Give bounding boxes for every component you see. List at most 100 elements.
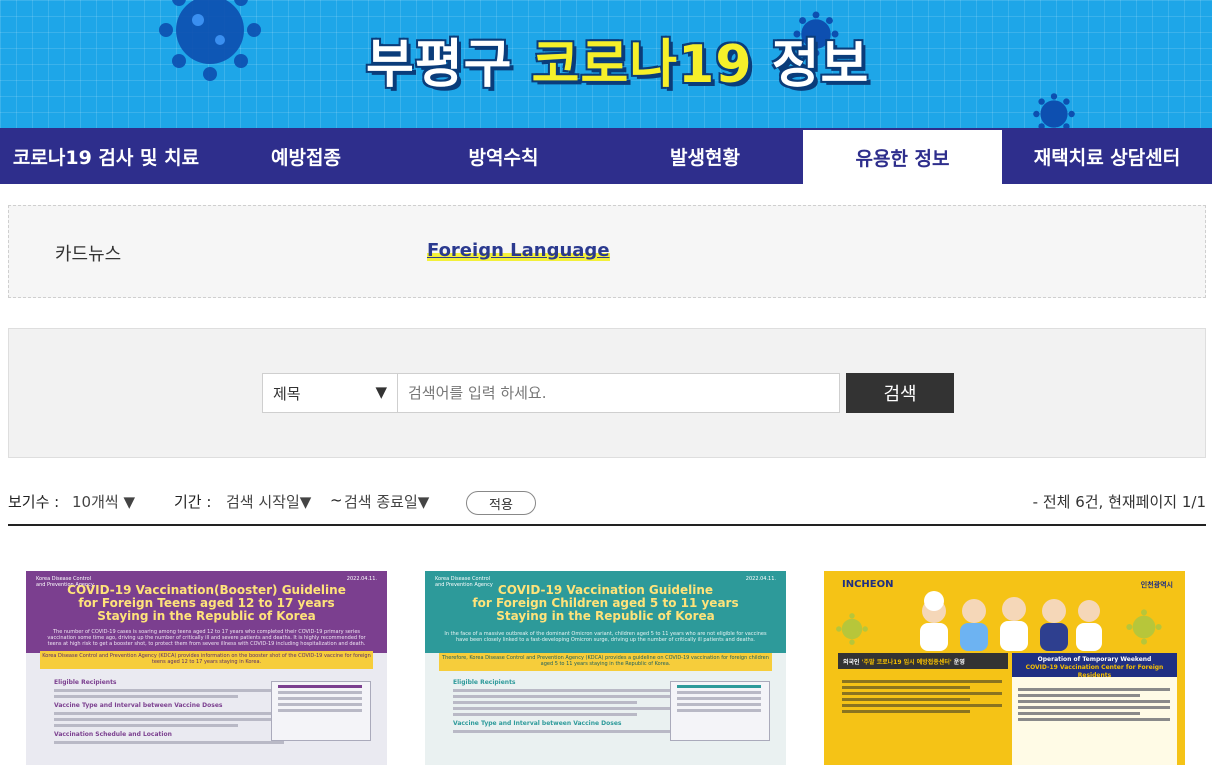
chevron-down-icon: ▼ (123, 493, 136, 511)
chevron-down-icon: ▼ (417, 493, 430, 511)
card-korean-title-part: 운영 (951, 659, 965, 666)
site-title-part: 부평구 (366, 35, 532, 95)
text-line (842, 680, 1002, 683)
card-title: COVID-19 Vaccination(Booster) Guideline … (26, 584, 387, 623)
card-title-line: Staying in the Republic of Korea (97, 609, 316, 623)
text-line (1018, 706, 1170, 709)
card-korean-title: 외국인 '주말 코로나19 임시 예방접종센터' 운영 (838, 653, 1008, 669)
chevron-down-icon: ▼ (375, 383, 387, 401)
card-thumbnail: Korea Disease Control and Prevention Age… (425, 571, 786, 765)
nav-tab-status[interactable]: 발생현황 (607, 128, 803, 184)
card-item[interactable]: Korea Disease Control and Prevention Age… (26, 571, 387, 765)
site-title[interactable]: 부평구 코로나19 정보 (366, 22, 870, 95)
card-english-title-line: Operation of Temporary Weekend (1037, 656, 1152, 663)
card-brand: INCHEON (842, 579, 894, 590)
text-line (1018, 712, 1140, 715)
card-thumbnail: INCHEON 인천광역시 외국인 '주말 코로나19 임시 예방접종센터' 운… (824, 571, 1185, 765)
text-line (54, 741, 284, 744)
view-count-label: 보기수 : (8, 493, 60, 511)
search-panel: 제목 ▼ 검색 (8, 328, 1206, 458)
text-line (842, 686, 970, 689)
end-date-select[interactable]: 검색 종료일▼ (344, 491, 429, 512)
nav-tab-covid-test[interactable]: 코로나19 검사 및 치료 (0, 128, 212, 184)
text-line (842, 704, 1002, 707)
sub-menu-cardnews[interactable]: 카드뉴스 (55, 240, 121, 266)
text-line (677, 703, 762, 706)
apply-button[interactable]: 적용 (466, 491, 536, 515)
text-line (453, 713, 637, 716)
virus-illustration-icon (1126, 609, 1162, 645)
card-highlight: Korea Disease Control and Prevention Age… (40, 651, 373, 669)
text-line (842, 692, 1002, 695)
card-title: COVID-19 Vaccination Guideline for Forei… (425, 584, 786, 623)
text-line (1018, 700, 1170, 703)
card-intro: The number of COVID-19 cases is soaring … (47, 629, 366, 647)
chevron-down-icon: ▼ (299, 493, 312, 511)
sub-menu-foreign-language[interactable]: Foreign Language (427, 240, 610, 261)
view-count-select[interactable]: 10개씩 ▼ (72, 491, 135, 512)
sub-menu: 카드뉴스 Foreign Language (8, 205, 1206, 298)
list-filter-bar: 보기수 : 10개씩 ▼ 기간 : 검색 시작일▼ ~ 검색 종료일▼ 적용 -… (8, 488, 1206, 516)
text-line (677, 697, 762, 700)
virus-illustration-icon (1033, 93, 1075, 128)
text-line (54, 718, 284, 721)
card-section-title: Vaccine Type and Interval between Vaccin… (453, 720, 622, 727)
nav-tab-vaccination[interactable]: 예방접종 (212, 128, 400, 184)
nav-tab-quarantine-rules[interactable]: 방역수칙 (400, 128, 607, 184)
text-line (278, 703, 363, 706)
search-button[interactable]: 검색 (846, 373, 954, 413)
card-section-title: Eligible Recipients (54, 679, 117, 686)
text-line (278, 709, 363, 712)
text-line (278, 685, 363, 688)
text-line (453, 707, 683, 710)
card-item[interactable]: INCHEON 인천광역시 외국인 '주말 코로나19 임시 예방접종센터' 운… (824, 571, 1185, 765)
list-divider (8, 524, 1206, 526)
text-line (842, 710, 970, 713)
text-line (54, 712, 284, 715)
text-line (54, 689, 284, 692)
start-date-select[interactable]: 검색 시작일▼ (226, 491, 311, 512)
text-line (677, 685, 762, 688)
text-line (278, 697, 363, 700)
nav-tab-home-care-center[interactable]: 재택치료 상담센터 (1002, 128, 1212, 184)
card-panel-lines (842, 677, 1002, 713)
period-separator: ~ (330, 491, 343, 509)
text-line (453, 730, 683, 733)
main-nav: 코로나19 검사 및 치료 예방접종 방역수칙 발생현황 유용한 정보 재택치료… (0, 128, 1212, 184)
card-side-box (670, 681, 770, 741)
card-highlight: Therefore, Korea Disease Control and Pre… (439, 653, 772, 671)
text-line (453, 689, 683, 692)
card-english-title-line: COVID-19 Vaccination Center for Foreign … (1025, 664, 1164, 679)
card-date: 2022.04.11. (346, 576, 377, 582)
card-title-line: Staying in the Republic of Korea (496, 609, 715, 623)
site-banner: 부평구 코로나19 정보 (0, 0, 1212, 128)
card-section-title: Vaccination Schedule and Location (54, 731, 172, 738)
site-title-part: 정보 (752, 35, 870, 95)
card-intro: In the face of a massive outbreak of the… (444, 631, 767, 643)
text-line (842, 698, 970, 701)
virus-illustration-icon (159, 0, 261, 81)
text-line (278, 691, 363, 694)
start-date-value: 검색 시작일 (226, 493, 300, 511)
text-line (453, 695, 683, 698)
search-field-select[interactable]: 제목 ▼ (262, 373, 398, 413)
card-section-title: Eligible Recipients (453, 679, 516, 686)
text-line (1018, 688, 1170, 691)
nav-tab-useful-info[interactable]: 유용한 정보 (803, 128, 1002, 184)
card-city-logo: 인천광역시 (1140, 581, 1173, 589)
card-side-box (271, 681, 371, 741)
medical-staff-illustration-icon (920, 591, 1102, 651)
text-line (54, 724, 238, 727)
card-panel-korean: 외국인 '주말 코로나19 임시 예방접종센터' 운영 (838, 653, 1008, 765)
search-field-select-value: 제목 (273, 384, 301, 403)
text-line (1018, 694, 1140, 697)
card-panel-english: Operation of Temporary Weekend COVID-19 … (1012, 653, 1177, 765)
search-input[interactable] (397, 373, 840, 413)
view-count-value: 10개씩 (72, 493, 119, 511)
card-date: 2022.04.11. (745, 576, 776, 582)
card-korean-title-part: 외국인 (843, 659, 862, 666)
card-thumbnail: Korea Disease Control and Prevention Age… (26, 571, 387, 765)
card-panel-lines (1018, 685, 1170, 721)
text-line (54, 695, 238, 698)
card-item[interactable]: Korea Disease Control and Prevention Age… (425, 571, 786, 765)
